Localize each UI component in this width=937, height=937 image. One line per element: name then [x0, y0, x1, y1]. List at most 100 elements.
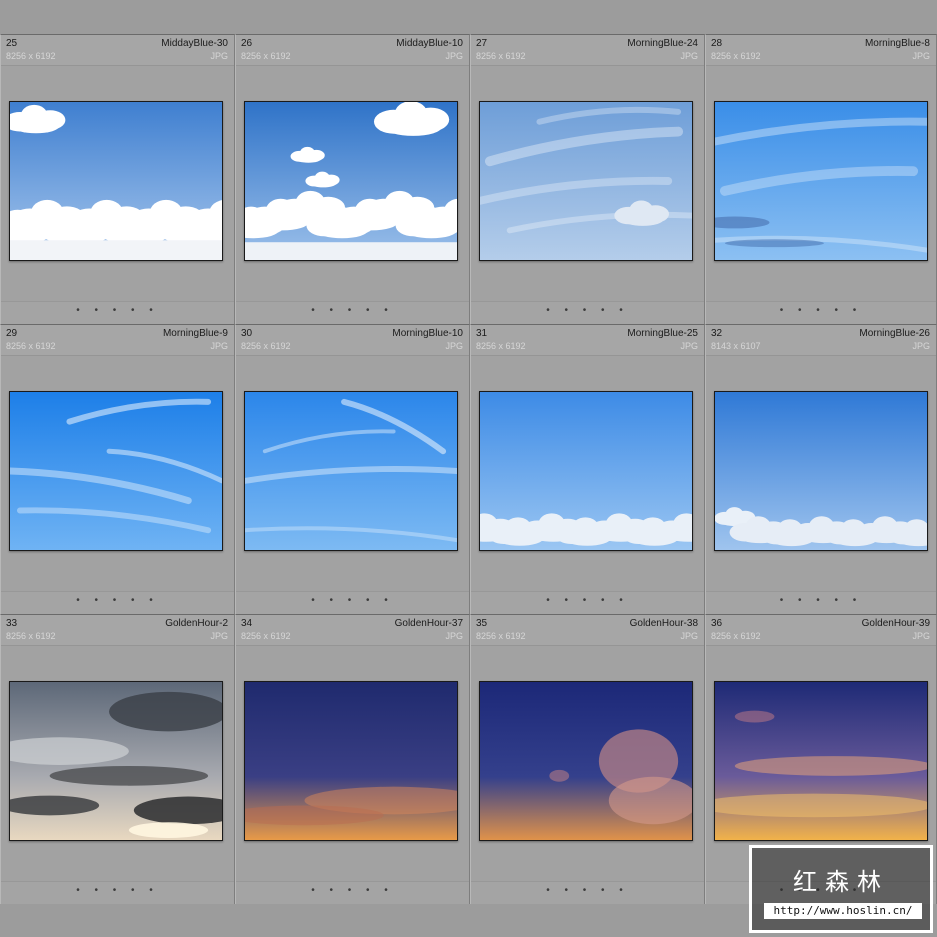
photo-thumbnail[interactable]: [244, 101, 458, 261]
cell-filename: MorningBlue-25: [627, 328, 698, 339]
cell-filetype: JPG: [210, 631, 228, 641]
cell-header: 35 GoldenHour-38 8256 x 6192 JPG: [471, 615, 704, 646]
cell-index: 30: [241, 328, 253, 339]
cell-dimensions: 8256 x 6192: [241, 51, 291, 61]
cell-header: 27 MorningBlue-24 8256 x 6192 JPG: [471, 35, 704, 66]
cell-index: 33: [6, 618, 18, 629]
star-rating[interactable]: • • • • •: [1, 305, 234, 316]
photo-thumbnail[interactable]: [714, 101, 928, 261]
grid-cell[interactable]: 34 GoldenHour-37 8256 x 6192 JPG • • • •…: [235, 614, 470, 904]
cell-footer: • • • • •: [471, 591, 704, 614]
photo-thumbnail[interactable]: [479, 101, 693, 261]
watermark-logo: 红森林 http://www.hoslin.cn/: [749, 845, 933, 933]
star-rating[interactable]: • • • • •: [706, 595, 936, 606]
cell-filetype: JPG: [912, 51, 930, 61]
cell-footer: • • • • •: [236, 881, 469, 904]
cell-header: 33 GoldenHour-2 8256 x 6192 JPG: [1, 615, 234, 646]
cell-filename: GoldenHour-39: [861, 618, 930, 629]
cell-header: 31 MorningBlue-25 8256 x 6192 JPG: [471, 325, 704, 356]
cell-index: 27: [476, 38, 488, 49]
cell-header: 26 MiddayBlue-10 8256 x 6192 JPG: [236, 35, 469, 66]
grid-cell[interactable]: 30 MorningBlue-10 8256 x 6192 JPG • • • …: [235, 324, 470, 614]
cell-filetype: JPG: [445, 341, 463, 351]
cell-filetype: JPG: [210, 51, 228, 61]
cell-dimensions: 8256 x 6192: [6, 51, 56, 61]
cell-filename: MorningBlue-24: [627, 38, 698, 49]
watermark-url: http://www.hoslin.cn/: [764, 903, 922, 919]
grid-cell[interactable]: 32 MorningBlue-26 8143 x 6107 JPG • • • …: [705, 324, 937, 614]
cell-dimensions: 8256 x 6192: [476, 631, 526, 641]
photo-thumbnail[interactable]: [9, 391, 223, 551]
cell-dimensions: 8256 x 6192: [6, 341, 56, 351]
star-rating[interactable]: • • • • •: [471, 885, 704, 896]
cell-index: 25: [6, 38, 18, 49]
cell-footer: • • • • •: [1, 591, 234, 614]
photo-grid: 25 MiddayBlue-30 8256 x 6192 JPG • • • •…: [0, 34, 937, 904]
cell-index: 31: [476, 328, 488, 339]
grid-cell[interactable]: 31 MorningBlue-25 8256 x 6192 JPG • • • …: [470, 324, 705, 614]
photo-thumbnail[interactable]: [714, 391, 928, 551]
cell-footer: • • • • •: [471, 881, 704, 904]
star-rating[interactable]: • • • • •: [1, 885, 234, 896]
cell-filename: MiddayBlue-30: [161, 38, 228, 49]
cell-header: 32 MorningBlue-26 8143 x 6107 JPG: [706, 325, 936, 356]
grid-cell[interactable]: 28 MorningBlue-8 8256 x 6192 JPG • • • •…: [705, 34, 937, 324]
star-rating[interactable]: • • • • •: [471, 305, 704, 316]
cell-filename: MorningBlue-9: [162, 328, 228, 339]
cell-header: 28 MorningBlue-8 8256 x 6192 JPG: [706, 35, 936, 66]
cell-dimensions: 8256 x 6192: [241, 631, 291, 641]
cell-header: 25 MiddayBlue-30 8256 x 6192 JPG: [1, 35, 234, 66]
grid-cell[interactable]: 26 MiddayBlue-10 8256 x 6192 JPG • • • •…: [235, 34, 470, 324]
star-rating[interactable]: • • • • •: [236, 595, 469, 606]
cell-header: 30 MorningBlue-10 8256 x 6192 JPG: [236, 325, 469, 356]
watermark-title: 红森林: [793, 868, 889, 896]
cell-dimensions: 8143 x 6107: [711, 341, 761, 351]
cell-index: 36: [711, 618, 723, 629]
photo-thumbnail[interactable]: [9, 101, 223, 261]
photo-thumbnail[interactable]: [9, 681, 223, 841]
cell-header: 29 MorningBlue-9 8256 x 6192 JPG: [1, 325, 234, 356]
cell-index: 26: [241, 38, 253, 49]
cell-filetype: JPG: [680, 51, 698, 61]
grid-cell[interactable]: 29 MorningBlue-9 8256 x 6192 JPG • • • •…: [0, 324, 235, 614]
cell-index: 29: [6, 328, 18, 339]
photo-thumbnail[interactable]: [479, 681, 693, 841]
grid-cell[interactable]: 27 MorningBlue-24 8256 x 6192 JPG • • • …: [470, 34, 705, 324]
photo-thumbnail[interactable]: [479, 391, 693, 551]
star-rating[interactable]: • • • • •: [236, 885, 469, 896]
cell-index: 34: [241, 618, 253, 629]
photo-thumbnail[interactable]: [244, 391, 458, 551]
cell-filename: GoldenHour-2: [165, 618, 228, 629]
cell-filetype: JPG: [445, 51, 463, 61]
grid-cell[interactable]: 25 MiddayBlue-30 8256 x 6192 JPG • • • •…: [0, 34, 235, 324]
cell-footer: • • • • •: [706, 591, 936, 614]
cell-dimensions: 8256 x 6192: [241, 341, 291, 351]
cell-filename: GoldenHour-38: [629, 618, 698, 629]
grid-cell[interactable]: 33 GoldenHour-2 8256 x 6192 JPG • • • • …: [0, 614, 235, 904]
cell-footer: • • • • •: [471, 301, 704, 324]
cell-dimensions: 8256 x 6192: [476, 51, 526, 61]
cell-index: 28: [711, 38, 723, 49]
cell-filename: MiddayBlue-10: [396, 38, 463, 49]
star-rating[interactable]: • • • • •: [1, 595, 234, 606]
cell-filetype: JPG: [680, 341, 698, 351]
cell-index: 35: [476, 618, 488, 629]
cell-filetype: JPG: [210, 341, 228, 351]
cell-footer: • • • • •: [1, 881, 234, 904]
star-rating[interactable]: • • • • •: [236, 305, 469, 316]
cell-filename: MorningBlue-26: [859, 328, 930, 339]
cell-footer: • • • • •: [1, 301, 234, 324]
cell-dimensions: 8256 x 6192: [711, 51, 761, 61]
photo-thumbnail[interactable]: [714, 681, 928, 841]
cell-header: 34 GoldenHour-37 8256 x 6192 JPG: [236, 615, 469, 646]
star-rating[interactable]: • • • • •: [706, 305, 936, 316]
grid-cell[interactable]: 35 GoldenHour-38 8256 x 6192 JPG • • • •…: [470, 614, 705, 904]
cell-filetype: JPG: [912, 631, 930, 641]
cell-header: 36 GoldenHour-39 8256 x 6192 JPG: [706, 615, 936, 646]
cell-filetype: JPG: [680, 631, 698, 641]
cell-filetype: JPG: [912, 341, 930, 351]
cell-dimensions: 8256 x 6192: [711, 631, 761, 641]
star-rating[interactable]: • • • • •: [471, 595, 704, 606]
photo-thumbnail[interactable]: [244, 681, 458, 841]
cell-footer: • • • • •: [706, 301, 936, 324]
